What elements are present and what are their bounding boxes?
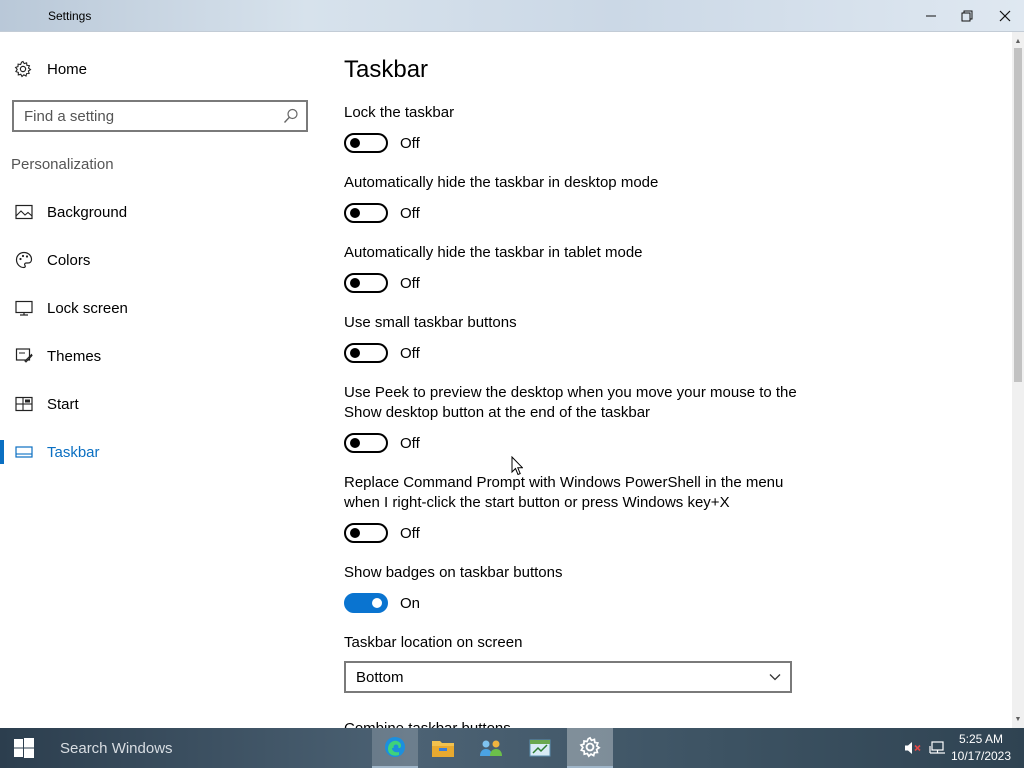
windows-logo-icon (14, 738, 34, 758)
taskbar-app-edge[interactable] (372, 728, 418, 768)
picture-icon (14, 202, 34, 222)
setting-autohide-tablet: Automatically hide the taskbar in tablet… (344, 243, 804, 293)
sidebar-item-colors[interactable]: Colors (0, 240, 320, 280)
sidebar-item-lock-screen[interactable]: Lock screen (0, 288, 320, 328)
scroll-down-icon[interactable]: ▼ (1012, 712, 1024, 726)
title-bar: Settings (0, 0, 1024, 32)
toggle-state-text: Off (400, 274, 420, 292)
lock-screen-icon (14, 298, 34, 318)
sidebar: Home Personalization Background (0, 32, 320, 728)
settings-gear-icon (579, 736, 601, 758)
taskbar-app-file-explorer[interactable] (420, 728, 466, 768)
minimize-icon (926, 15, 936, 17)
setting-autohide-desktop: Automatically hide the taskbar in deskto… (344, 173, 804, 223)
toggle-state-text: Off (400, 204, 420, 222)
start-tiles-icon (14, 394, 34, 414)
taskbar-search-box[interactable]: Search Windows (48, 728, 368, 768)
dropdown-value: Bottom (356, 668, 404, 686)
page-title: Taskbar (344, 56, 429, 83)
close-button[interactable] (986, 0, 1024, 32)
powershell-toggle[interactable] (344, 523, 388, 543)
taskbar-location-dropdown[interactable]: Bottom (344, 661, 792, 693)
taskbar-search-text: Search Windows (60, 739, 173, 757)
section-heading-personalization: Personalization (11, 156, 114, 173)
vertical-scrollbar[interactable]: ▲ ▼ (1012, 32, 1024, 728)
minimize-button[interactable] (912, 0, 950, 32)
taskbar-app-people[interactable] (468, 728, 514, 768)
autohide-desktop-toggle[interactable] (344, 203, 388, 223)
sidebar-item-taskbar[interactable]: Taskbar (0, 432, 320, 472)
taskbar-icon (14, 442, 34, 462)
restore-button[interactable] (948, 0, 986, 32)
brush-icon (14, 346, 34, 366)
file-explorer-icon (432, 741, 454, 757)
sidebar-item-label: Lock screen (47, 299, 128, 317)
lock-taskbar-toggle[interactable] (344, 133, 388, 153)
toggle-state-text: Off (400, 524, 420, 542)
setting-label: Use small taskbar buttons (344, 314, 517, 331)
sidebar-item-label: Start (47, 395, 79, 413)
taskbar-app-settings[interactable] (567, 728, 613, 768)
setting-badges: Show badges on taskbar buttons On (344, 563, 804, 613)
sidebar-item-label: Taskbar (47, 443, 100, 461)
volume-muted-icon[interactable] (904, 740, 922, 756)
setting-label: Replace Command Prompt with Windows Powe… (344, 474, 784, 511)
close-icon (999, 10, 1011, 22)
setting-label: Show badges on taskbar buttons (344, 564, 563, 581)
restore-icon (961, 10, 973, 22)
setting-small-buttons: Use small taskbar buttons Off (344, 313, 804, 363)
sidebar-item-label: Background (47, 203, 128, 221)
scrollbar-thumb[interactable] (1014, 48, 1022, 382)
main-content: Taskbar Lock the taskbar Off Automatical… (320, 32, 1012, 728)
network-icon[interactable] (928, 740, 946, 756)
setting-label: Lock the taskbar (344, 104, 455, 121)
badges-toggle[interactable] (344, 593, 388, 613)
edge-icon (385, 737, 405, 757)
sidebar-item-background[interactable]: Background (0, 192, 320, 232)
setting-lock-taskbar: Lock the taskbar Off (344, 103, 804, 153)
search-input[interactable] (14, 102, 274, 130)
setting-label: Automatically hide the taskbar in tablet… (344, 244, 643, 261)
home-label: Home (47, 60, 88, 78)
autohide-tablet-toggle[interactable] (344, 273, 388, 293)
setting-label: Automatically hide the taskbar in deskto… (344, 174, 659, 191)
taskbar-clock[interactable]: 5:25 AM 10/17/2023 (948, 731, 1014, 765)
home-nav-item[interactable]: Home (12, 54, 87, 84)
setting-peek: Use Peek to preview the desktop when you… (344, 383, 804, 453)
windows-taskbar: Search Windows 5:25 AM 10/17/2023 (0, 728, 1024, 768)
peek-toggle[interactable] (344, 433, 388, 453)
sidebar-item-label: Themes (47, 347, 102, 365)
people-app-icon (480, 740, 502, 756)
clock-date: 10/17/2023 (950, 749, 1012, 763)
setting-location: Taskbar location on screen (344, 633, 804, 653)
toggle-state-text: Off (400, 134, 420, 152)
start-button[interactable] (0, 728, 48, 768)
toggle-state-text: Off (400, 344, 420, 362)
setting-label: Use Peek to preview the desktop when you… (344, 384, 797, 421)
spreadsheet-app-icon (529, 739, 551, 757)
mouse-cursor-icon (511, 456, 523, 476)
small-buttons-toggle[interactable] (344, 343, 388, 363)
search-box (12, 100, 308, 132)
window-title: Settings (48, 9, 92, 23)
sidebar-item-start[interactable]: Start (0, 384, 320, 424)
gear-icon (12, 60, 34, 78)
sidebar-item-label: Colors (47, 251, 91, 269)
setting-label: Taskbar location on screen (344, 634, 523, 651)
setting-powershell: Replace Command Prompt with Windows Powe… (344, 473, 804, 543)
chevron-down-icon (768, 670, 782, 684)
setting-label-partial: Combine taskbar buttons (344, 720, 511, 728)
toggle-state-text: Off (400, 434, 420, 452)
scroll-up-icon[interactable]: ▲ (1012, 34, 1024, 48)
sidebar-item-themes[interactable]: Themes (0, 336, 320, 376)
toggle-state-text: On (400, 594, 421, 612)
search-icon[interactable] (282, 107, 300, 125)
taskbar-app-spreadsheet[interactable] (517, 728, 563, 768)
palette-icon (14, 250, 34, 270)
clock-time: 5:25 AM (958, 732, 1004, 746)
